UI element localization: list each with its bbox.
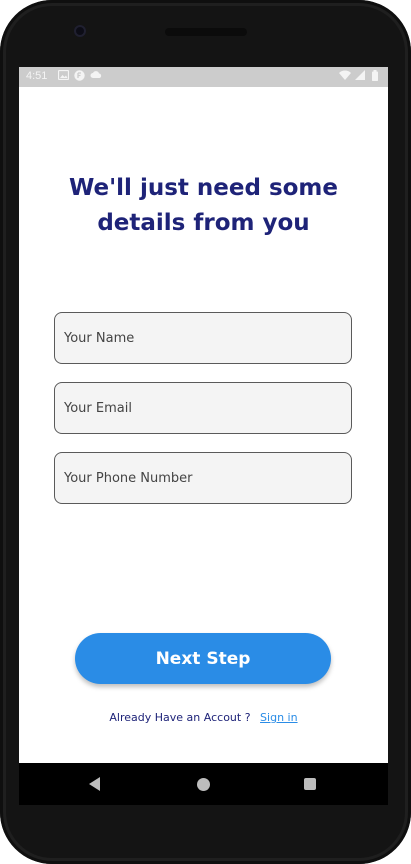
email-field[interactable] [54, 382, 352, 434]
page-title: We'll just need some details from you [19, 171, 388, 241]
signin-row: Already Have an Accout ? Sign in [19, 711, 388, 724]
email-input[interactable] [55, 383, 351, 433]
image-icon [57, 69, 70, 81]
app-badge-icon [74, 70, 85, 81]
name-field[interactable] [54, 312, 352, 364]
phone-input[interactable] [55, 453, 351, 503]
next-step-button[interactable]: Next Step [75, 633, 331, 684]
status-bar: 4:51 [19, 67, 388, 87]
status-system-icons [339, 70, 380, 81]
page-title-line-1: We'll just need some [68, 175, 338, 201]
cloud-icon [90, 70, 102, 81]
back-icon[interactable] [89, 777, 100, 791]
status-notification-icons [57, 69, 102, 81]
home-icon[interactable] [197, 778, 210, 791]
recents-icon[interactable] [304, 778, 316, 790]
page-title-line-2: details from you [97, 210, 310, 236]
wifi-icon [339, 70, 351, 81]
name-input[interactable] [55, 313, 351, 363]
earpiece-speaker [165, 28, 247, 36]
signin-prompt: Already Have an Accout ? [109, 711, 251, 724]
navigation-bar [19, 763, 388, 805]
sign-in-link[interactable]: Sign in [260, 711, 298, 724]
signal-icon [354, 70, 365, 81]
phone-field[interactable] [54, 452, 352, 504]
status-time: 4:51 [26, 70, 48, 82]
front-camera [74, 25, 86, 37]
battery-icon [369, 70, 380, 81]
app-screen: 4:51 We'll just need some details from y… [19, 67, 388, 805]
